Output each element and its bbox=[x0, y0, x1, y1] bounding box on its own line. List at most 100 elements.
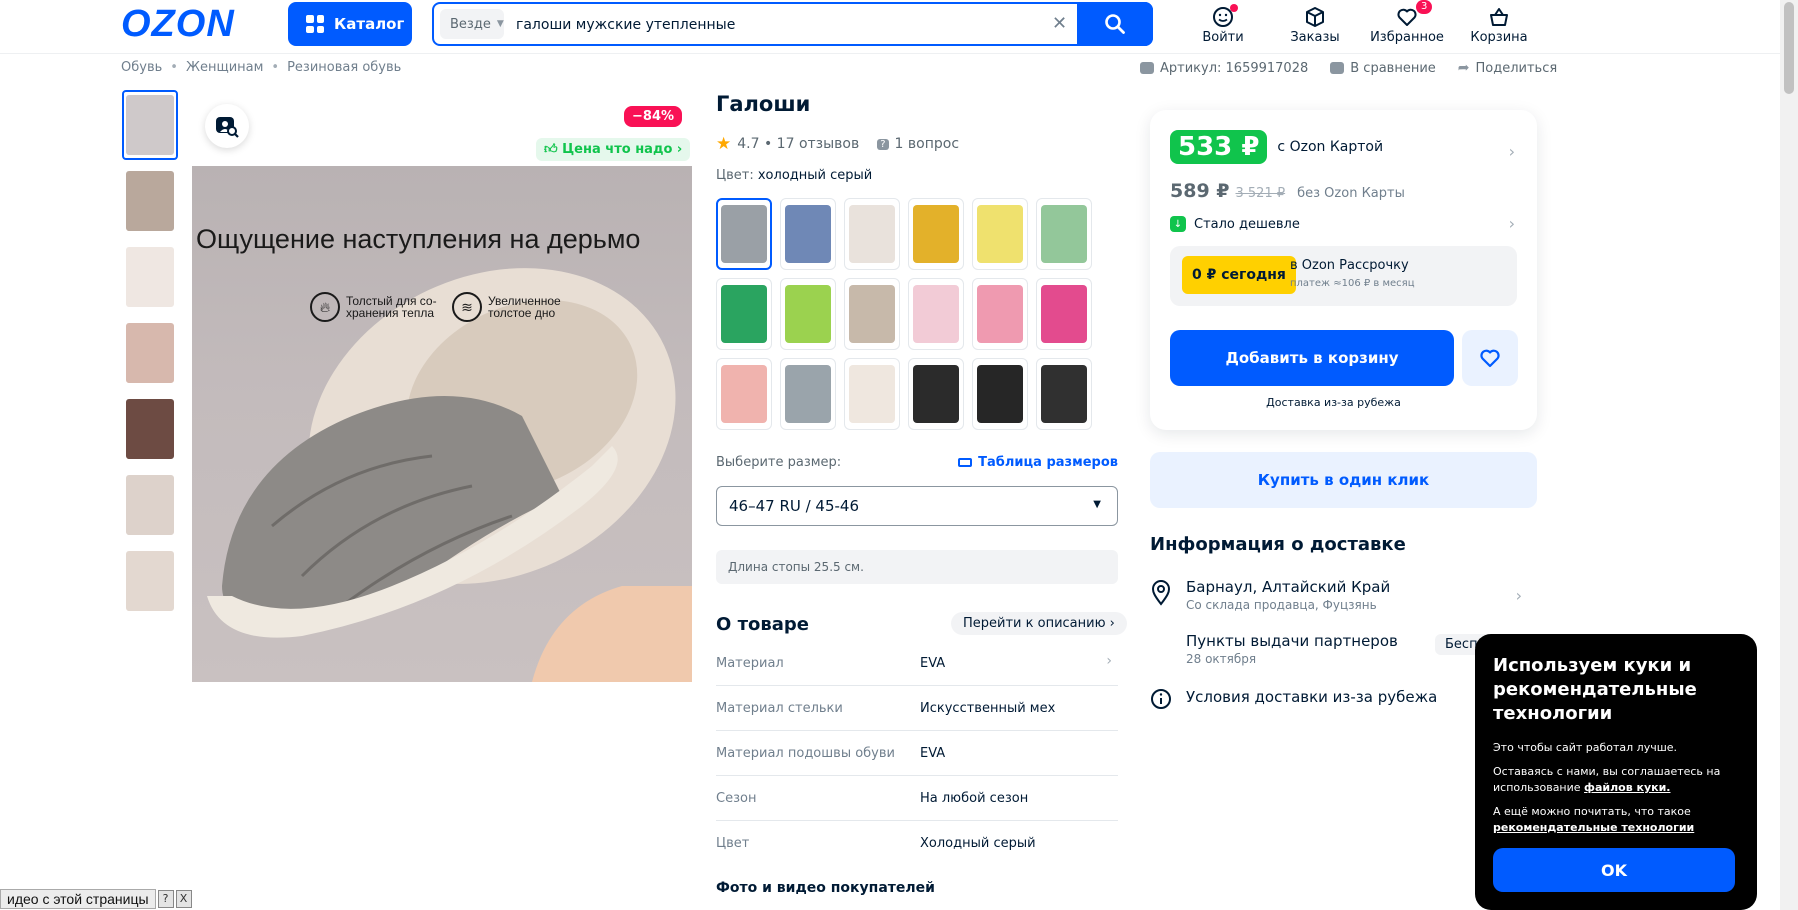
color-swatch-image bbox=[913, 365, 959, 423]
good-price-label: Цена что надо bbox=[562, 142, 673, 157]
size-select[interactable]: 46–47 RU / 45-46 ▼ bbox=[716, 486, 1118, 526]
cart-button[interactable]: Корзина bbox=[1454, 4, 1544, 45]
rating-row[interactable]: ★ 4.7 • 17 отзывов ? 1 вопрос bbox=[716, 134, 959, 154]
catalog-button[interactable]: Каталог bbox=[288, 2, 412, 46]
breadcrumb-item[interactable]: Резиновая обувь bbox=[287, 60, 401, 75]
cookie-ok-button[interactable]: OK bbox=[1493, 848, 1735, 892]
compare-label: В сравнение bbox=[1350, 60, 1436, 76]
size-table-link[interactable]: Таблица размеров bbox=[958, 455, 1118, 470]
location-pin-icon bbox=[1151, 580, 1171, 606]
card-price-row[interactable]: 533 ₽ с Ozon Картой bbox=[1170, 130, 1383, 164]
color-swatch[interactable] bbox=[1036, 358, 1092, 430]
search-input[interactable] bbox=[516, 10, 1076, 40]
color-swatch[interactable] bbox=[716, 358, 772, 430]
color-swatch[interactable] bbox=[780, 198, 836, 270]
size-table-label: Таблица размеров bbox=[978, 455, 1118, 470]
product-meta-row: Артикул: 1659917028 В сравнение ➦ Поделит… bbox=[1140, 60, 1557, 76]
compare-button[interactable]: В сравнение bbox=[1330, 60, 1436, 76]
help-icon[interactable]: ? bbox=[157, 890, 174, 908]
article-copy[interactable]: Артикул: 1659917028 bbox=[1140, 60, 1308, 76]
scrollbar-thumb[interactable] bbox=[1784, 2, 1794, 94]
color-swatch-image bbox=[849, 285, 895, 343]
thumbnail-image bbox=[126, 399, 174, 459]
buy-one-click-button[interactable]: Купить в один клик bbox=[1150, 452, 1537, 508]
to-description-label: Перейти к описанию bbox=[963, 616, 1106, 631]
thumbnail[interactable] bbox=[122, 546, 178, 616]
color-swatch[interactable] bbox=[844, 198, 900, 270]
page-scrollbar[interactable] bbox=[1780, 0, 1798, 910]
image-search-button[interactable] bbox=[205, 104, 249, 148]
color-swatch[interactable] bbox=[1036, 278, 1092, 350]
add-to-cart-button[interactable]: Добавить в корзину bbox=[1170, 330, 1454, 386]
login-label: Войти bbox=[1202, 30, 1244, 45]
chevron-right-icon[interactable]: › bbox=[1509, 142, 1515, 161]
box-icon bbox=[1306, 7, 1324, 27]
search-scope-select[interactable]: Везде ▼ bbox=[440, 9, 504, 39]
attribute-key: Материал bbox=[716, 655, 784, 671]
installment-sub: платеж ≈106 ₽ в месяц bbox=[1290, 278, 1415, 289]
thumbnail-list bbox=[122, 90, 178, 622]
color-swatch[interactable] bbox=[1036, 198, 1092, 270]
color-swatch[interactable] bbox=[908, 198, 964, 270]
thumbnail[interactable] bbox=[122, 394, 178, 464]
color-swatch[interactable] bbox=[844, 358, 900, 430]
chevron-right-icon[interactable]: › bbox=[1509, 214, 1515, 233]
copy-icon bbox=[1140, 62, 1154, 74]
color-swatch[interactable] bbox=[780, 278, 836, 350]
main-product-image[interactable]: Ощущение наступления на дерьмо 🔥︎ Толсты… bbox=[192, 166, 692, 682]
login-button[interactable]: Войти bbox=[1178, 4, 1268, 45]
breadcrumb-item[interactable]: Обувь bbox=[121, 60, 162, 75]
color-swatch[interactable] bbox=[780, 358, 836, 430]
color-swatch[interactable] bbox=[908, 278, 964, 350]
favorites-button[interactable]: 3 Избранное bbox=[1362, 0, 1452, 45]
color-swatch[interactable] bbox=[972, 278, 1028, 350]
color-swatch[interactable] bbox=[972, 358, 1028, 430]
catalog-grid-icon bbox=[306, 15, 324, 33]
ozon-logo[interactable]: OZON bbox=[121, 4, 235, 44]
share-button[interactable]: ➦ Поделиться bbox=[1458, 60, 1557, 76]
thumbnail[interactable] bbox=[122, 242, 178, 312]
thumbnail[interactable] bbox=[122, 90, 178, 160]
video-bar-text[interactable]: идео с этой страницы bbox=[0, 889, 156, 909]
color-swatch[interactable] bbox=[716, 278, 772, 350]
delivery-city-row[interactable]: Барнаул, Алтайский Край Со склада продав… bbox=[1150, 578, 1540, 618]
color-swatch[interactable] bbox=[844, 278, 900, 350]
attribute-row: Материал EVA › bbox=[716, 641, 1118, 686]
clear-search-icon[interactable]: ✕ bbox=[1052, 14, 1067, 34]
cookie-popup: Используем куки и рекомендательные техно… bbox=[1475, 634, 1757, 910]
breadcrumb-item[interactable]: Женщинам bbox=[186, 60, 263, 75]
questions-link[interactable]: 1 вопрос bbox=[895, 136, 959, 152]
color-swatch-image bbox=[977, 205, 1023, 263]
search-scope-label: Везде bbox=[450, 16, 491, 32]
cookie-title: Используем куки и рекомендательные техно… bbox=[1493, 655, 1697, 724]
price-dropped-row[interactable]: ↓ Стало дешевле bbox=[1170, 216, 1300, 232]
about-title: О товаре bbox=[716, 614, 809, 635]
color-swatch[interactable] bbox=[716, 198, 772, 270]
thumbnail-image bbox=[126, 323, 174, 383]
add-to-favorites-button[interactable] bbox=[1462, 330, 1518, 386]
rating-text[interactable]: 4.7 • 17 отзывов bbox=[737, 136, 859, 152]
color-swatch[interactable] bbox=[972, 198, 1028, 270]
good-price-badge[interactable]: 👍︎ Цена что надо › bbox=[536, 138, 691, 161]
header: OZON Каталог Везде ▼ ✕ Войти Заказы 3 bbox=[0, 0, 1780, 54]
color-swatch[interactable] bbox=[908, 358, 964, 430]
chevron-right-icon[interactable]: › bbox=[1106, 653, 1112, 669]
color-swatch-grid bbox=[716, 198, 1092, 430]
to-description-button[interactable]: Перейти к описанию › bbox=[951, 612, 1127, 635]
color-swatch-image bbox=[1041, 285, 1087, 343]
attribute-key: Сезон bbox=[716, 790, 757, 806]
search-button[interactable] bbox=[1077, 2, 1153, 46]
no-card-note: без Ozon Карты bbox=[1297, 186, 1405, 201]
favorites-label: Избранное bbox=[1370, 30, 1444, 45]
close-icon[interactable]: X bbox=[175, 890, 192, 908]
thumbnail-image bbox=[126, 95, 174, 155]
thumbnail[interactable] bbox=[122, 318, 178, 388]
orders-button[interactable]: Заказы bbox=[1270, 4, 1360, 45]
layers-icon: ≋ bbox=[452, 292, 482, 322]
question-icon: ? bbox=[877, 138, 889, 150]
cookie-recommendations-link[interactable]: рекомендательные технологии bbox=[1493, 821, 1694, 834]
thumbnail[interactable] bbox=[122, 166, 178, 236]
installment-block[interactable]: 0 ₽ сегодня в Ozon Рассрочку платеж ≈106… bbox=[1170, 246, 1517, 306]
thumbnail[interactable] bbox=[122, 470, 178, 540]
cookie-files-link[interactable]: файлов куки. bbox=[1584, 781, 1670, 794]
